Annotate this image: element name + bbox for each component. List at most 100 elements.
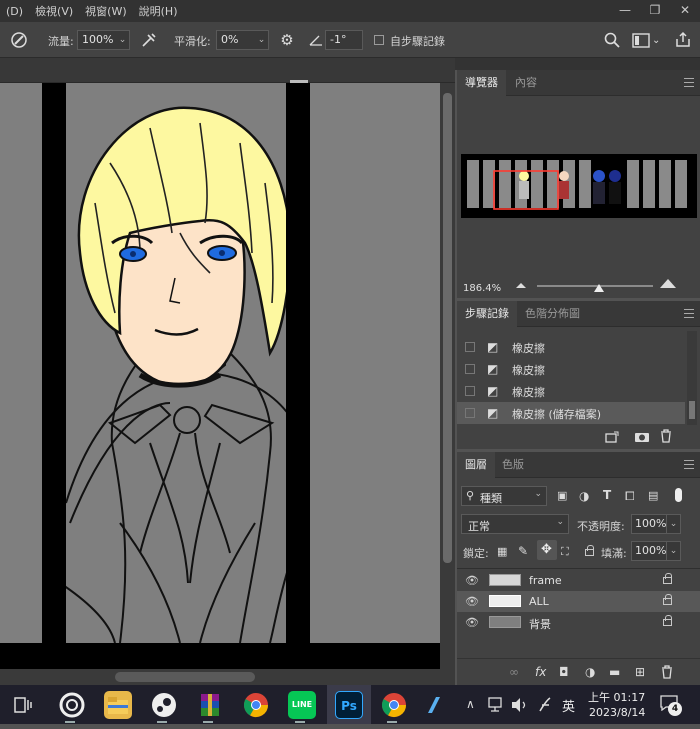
- history-item-selected[interactable]: ◩ 橡皮擦 (儲存檔案): [457, 402, 685, 424]
- trash-icon[interactable]: [660, 429, 672, 443]
- tab-channels[interactable]: 色版: [494, 452, 532, 478]
- browser-app-icon[interactable]: [58, 691, 86, 719]
- panel-menu-icon[interactable]: [684, 78, 694, 87]
- vertical-scroll-thumb[interactable]: [443, 93, 452, 563]
- history-item-checkbox[interactable]: [465, 386, 475, 396]
- workspace-dropdown-icon[interactable]: ⌄: [652, 33, 660, 49]
- layer-name[interactable]: frame: [529, 574, 562, 587]
- add-mask-icon[interactable]: ◘: [559, 664, 569, 680]
- lock-artboard-icon[interactable]: ⛶: [561, 544, 569, 560]
- tab-navigator[interactable]: 導覽器: [457, 70, 506, 96]
- history-item[interactable]: ◩ 橡皮擦: [457, 336, 685, 358]
- pen-icon[interactable]: [537, 696, 553, 714]
- photoshop-icon[interactable]: Ps: [335, 691, 363, 719]
- file-explorer-icon[interactable]: [104, 691, 132, 719]
- history-item-checkbox[interactable]: [465, 342, 475, 352]
- opacity-input[interactable]: 100%: [631, 514, 667, 534]
- smoothing-input[interactable]: 0%: [216, 30, 256, 50]
- tab-layers[interactable]: 圖層: [457, 452, 495, 478]
- restore-button[interactable]: ❐: [640, 0, 670, 22]
- artwork[interactable]: [0, 83, 440, 669]
- zoom-in-icon[interactable]: [659, 276, 677, 290]
- layer-filter-select[interactable]: ⚲ 種類 ⌄: [461, 486, 547, 506]
- vertical-scrollbar[interactable]: [440, 83, 455, 685]
- tab-history[interactable]: 步驟記錄: [457, 301, 517, 327]
- erase-history-checkbox[interactable]: [374, 35, 384, 45]
- eye-icon[interactable]: 👁: [465, 595, 479, 608]
- zoom-slider-thumb[interactable]: [594, 284, 604, 293]
- filter-image-icon[interactable]: ▣: [557, 488, 567, 504]
- history-item-checkbox[interactable]: [465, 408, 475, 418]
- chrome-icon[interactable]: [242, 691, 270, 719]
- menu-item-view[interactable]: 檢視(V): [29, 3, 79, 19]
- history-item[interactable]: ◩ 橡皮擦: [457, 380, 685, 402]
- flow-dropdown-icon[interactable]: ⌄: [116, 30, 130, 50]
- new-document-from-state-icon[interactable]: [605, 431, 619, 443]
- eye-icon[interactable]: 👁: [465, 616, 479, 629]
- flow-input[interactable]: 100%: [77, 30, 117, 50]
- opacity-dropdown-icon[interactable]: ⌄: [667, 514, 681, 534]
- fill-dropdown-icon[interactable]: ⌄: [667, 541, 681, 561]
- eye-icon[interactable]: 👁: [465, 574, 479, 587]
- photoshop-taskbar-active[interactable]: Ps: [327, 685, 371, 724]
- task-view-icon[interactable]: [14, 697, 32, 713]
- lock-all-icon[interactable]: [585, 545, 594, 556]
- document-canvas[interactable]: [0, 83, 440, 669]
- search-icon[interactable]: [604, 32, 620, 48]
- chevron-up-icon[interactable]: ∧: [466, 696, 475, 712]
- menu-item-window[interactable]: 視窗(W): [79, 3, 132, 19]
- line-app-icon[interactable]: LINE: [288, 691, 316, 719]
- app-icon-partial[interactable]: [426, 691, 440, 719]
- winrar-icon[interactable]: [196, 691, 224, 719]
- clock-date[interactable]: 2023/8/14: [589, 706, 645, 719]
- filter-shape-icon[interactable]: ⧠: [625, 488, 635, 504]
- steam-icon[interactable]: [150, 691, 178, 719]
- fx-icon[interactable]: fx: [535, 664, 546, 680]
- folder-icon[interactable]: ▬: [609, 664, 620, 680]
- workspace-icon[interactable]: [632, 33, 650, 48]
- camera-icon[interactable]: [634, 430, 650, 443]
- trash-icon[interactable]: [661, 665, 673, 679]
- minimize-button[interactable]: —: [610, 0, 640, 22]
- horizontal-scrollbar[interactable]: [0, 669, 440, 685]
- close-button[interactable]: ✕: [670, 0, 700, 22]
- lock-transparent-pixels-icon[interactable]: ▦: [497, 544, 507, 560]
- filter-type-icon[interactable]: T: [603, 487, 611, 503]
- adjustment-layer-icon[interactable]: ◑: [585, 664, 595, 680]
- layer-row[interactable]: 👁 背景: [457, 612, 700, 633]
- tab-histogram[interactable]: 色階分佈圖: [517, 301, 588, 327]
- link-icon[interactable]: ∞: [509, 664, 519, 680]
- brush-tool-icon[interactable]: [10, 31, 28, 49]
- history-scrollbar[interactable]: [687, 331, 697, 425]
- new-layer-icon[interactable]: ⊞: [635, 664, 645, 680]
- network-icon[interactable]: [488, 697, 506, 713]
- panel-menu-icon[interactable]: [684, 460, 694, 469]
- angle-input[interactable]: -1°: [325, 30, 363, 50]
- navigator-preview[interactable]: [461, 154, 697, 218]
- chrome-icon[interactable]: [380, 691, 408, 719]
- layer-row-selected[interactable]: 👁 ALL: [457, 591, 700, 612]
- share-icon[interactable]: [675, 31, 691, 48]
- history-item-checkbox[interactable]: [465, 364, 475, 374]
- notification-center-button[interactable]: 4: [660, 693, 682, 716]
- history-item[interactable]: ◩ 橡皮擦: [457, 358, 685, 380]
- layer-name[interactable]: ALL: [529, 595, 549, 608]
- layer-row[interactable]: 👁 frame: [457, 570, 700, 591]
- menu-item-help[interactable]: 說明(H): [133, 3, 184, 19]
- gear-icon[interactable]: ⚙: [278, 32, 296, 48]
- filter-adjustment-icon[interactable]: ◑: [579, 488, 589, 504]
- filter-smart-object-icon[interactable]: ▤: [648, 488, 658, 504]
- clock-time[interactable]: 上午 01:17: [588, 689, 645, 705]
- zoom-out-icon[interactable]: [515, 280, 527, 290]
- lock-image-pixels-icon[interactable]: ✎: [518, 543, 528, 559]
- volume-icon[interactable]: [511, 697, 529, 713]
- zoom-level[interactable]: 186.4%: [463, 283, 501, 294]
- tab-properties[interactable]: 內容: [507, 70, 545, 96]
- horizontal-scroll-thumb[interactable]: [115, 672, 255, 682]
- panel-menu-icon[interactable]: [684, 309, 694, 318]
- history-scroll-thumb[interactable]: [689, 401, 695, 419]
- smoothing-dropdown-icon[interactable]: ⌄: [255, 30, 269, 50]
- lock-position-button[interactable]: ✥: [537, 540, 557, 560]
- menu-item-edit[interactable]: (D): [0, 5, 29, 18]
- blend-mode-select[interactable]: 正常 ⌄: [461, 514, 569, 534]
